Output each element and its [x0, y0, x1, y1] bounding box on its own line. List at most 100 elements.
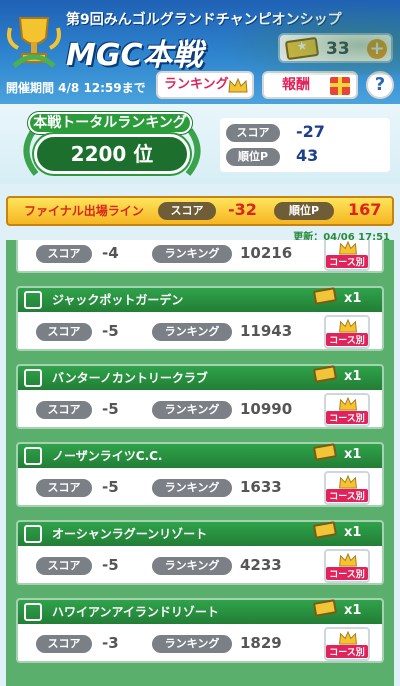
reward-button[interactable]: 報酬: [262, 71, 358, 99]
crown-icon: [339, 241, 357, 255]
tree-icon: [24, 291, 42, 309]
course-ranking: 10216: [240, 244, 293, 262]
score-tag: スコア: [36, 401, 92, 419]
course-score: -5: [102, 400, 119, 418]
course-ranking: 10990: [240, 400, 293, 418]
course-name: ジャックポットガーデン: [52, 293, 184, 307]
ranking-tag: ランキング: [152, 323, 232, 341]
course-ranking: 4233: [240, 556, 282, 574]
total-ranking-panel: 本戦トータルランキング 2200 位 スコア -27 順位P 43: [0, 104, 400, 184]
course-button-label: コース別: [326, 333, 368, 346]
final-score-tag: スコア: [158, 202, 216, 220]
list-item: ノーザンライツC.C. x1 スコア -5 ランキング 1633 コース別: [16, 442, 384, 507]
total-points: 43: [296, 146, 319, 165]
header: 第9回みんゴルグランドチャンピオンシップ MGC本戦 33 + 開催期間 4/8…: [0, 0, 400, 104]
course-score: -5: [102, 556, 119, 574]
course-ranking: 1829: [240, 634, 282, 652]
ranking-tag: ランキング: [152, 557, 232, 575]
ticket-icon: [312, 599, 338, 617]
course-ranking-button[interactable]: コース別: [324, 315, 370, 349]
crown-icon: [339, 319, 357, 333]
ranking-tag: ランキング: [152, 479, 232, 497]
course-button-label: コース別: [326, 645, 368, 658]
course-ranking: 1633: [240, 478, 282, 496]
crown-icon: [339, 475, 357, 489]
ticket-counter: 33 +: [278, 33, 393, 63]
course-ranking-button[interactable]: コース別: [324, 627, 370, 661]
ranking-button-label: ランキング: [164, 77, 229, 92]
ranking-button[interactable]: ランキング: [156, 71, 254, 99]
ticket-icon: [312, 365, 338, 383]
course-button-label: コース別: [326, 489, 368, 502]
wave-icon: [24, 369, 42, 387]
course-score: -5: [102, 322, 119, 340]
course-score: -4: [102, 244, 119, 262]
ranking-tag: ランキング: [152, 245, 232, 263]
ticket-multiplier: x1: [344, 603, 362, 618]
course-header: オーシャンラグーンリゾート x1: [18, 521, 382, 546]
ticket-count: 33: [326, 39, 350, 59]
crown-icon: [339, 631, 357, 645]
total-score: -27: [296, 122, 325, 141]
course-button-label: コース別: [326, 411, 368, 424]
score-tag: スコア: [36, 245, 92, 263]
ticket-multiplier: x1: [344, 291, 362, 306]
course-name: バンターノカントリークラブ: [52, 371, 208, 385]
course-name: ノーザンライツC.C.: [52, 449, 163, 463]
course-list[interactable]: スコア -4 ランキング 10216 コース別 ジャックポットガーデン x1 ス…: [6, 240, 394, 686]
ticket-icon: [312, 443, 338, 461]
course-header: ハワイアンアイランドリゾート x1: [18, 599, 382, 624]
score-tag: スコア: [36, 557, 92, 575]
course-ranking: 11943: [240, 322, 293, 340]
final-points-tag: 順位P: [274, 202, 334, 220]
ticket-multiplier: x1: [344, 369, 362, 384]
list-item: オーシャンラグーンリゾート x1 スコア -5 ランキング 4233 コース別: [16, 520, 384, 585]
list-item: ハワイアンアイランドリゾート x1 スコア -3 ランキング 1829 コース別: [16, 598, 384, 663]
event-period: 開催期間 4/8 12:59まで: [6, 81, 146, 95]
course-header: ノーザンライツC.C. x1: [18, 443, 382, 468]
list-item: バンターノカントリークラブ x1 スコア -5 ランキング 10990 コース別: [16, 364, 384, 429]
total-ranking-label: 本戦トータルランキング: [28, 112, 192, 134]
ticket-icon: [312, 521, 338, 539]
final-score: -32: [228, 200, 257, 219]
course-score: -5: [102, 478, 119, 496]
course-name: オーシャンラグーンリゾート: [52, 527, 208, 541]
points-tag: 順位P: [226, 148, 280, 166]
course-header: バンターノカントリークラブ x1: [18, 365, 382, 390]
score-tag: スコア: [226, 124, 280, 142]
reward-button-label: 報酬: [282, 77, 310, 93]
ticket-multiplier: x1: [344, 525, 362, 540]
course-ranking-button[interactable]: コース別: [324, 393, 370, 427]
course-name: ハワイアンアイランドリゾート: [52, 605, 219, 619]
page-title: MGC本戦: [66, 38, 203, 73]
mountain-icon: [24, 447, 42, 465]
help-button[interactable]: ?: [366, 71, 394, 99]
list-item: スコア -4 ランキング 10216 コース別: [16, 240, 384, 273]
sailboat-icon: [24, 525, 42, 543]
course-ranking-button[interactable]: コース別: [324, 549, 370, 583]
ranking-tag: ランキング: [152, 635, 232, 653]
crown-icon: [339, 553, 357, 567]
ticket-multiplier: x1: [344, 447, 362, 462]
trophy-icon: [7, 17, 61, 68]
crown-icon: [339, 397, 357, 411]
score-tag: スコア: [36, 479, 92, 497]
crown-icon: [228, 78, 248, 93]
final-line-bar: ファイナル出場ライン スコア -32 順位P 167: [6, 196, 394, 226]
event-title: 第9回みんゴルグランドチャンピオンシップ: [66, 12, 342, 28]
course-score: -3: [102, 634, 119, 652]
final-line-label: ファイナル出場ライン: [24, 204, 144, 218]
course-ranking-button[interactable]: コース別: [324, 240, 370, 271]
final-points: 167: [348, 200, 382, 219]
list-item: ジャックポットガーデン x1 スコア -5 ランキング 11943 コース別: [16, 286, 384, 351]
course-button-label: コース別: [326, 567, 368, 580]
ranking-tag: ランキング: [152, 401, 232, 419]
ticket-icon: [312, 287, 338, 305]
gift-icon: [330, 77, 350, 95]
total-rank: 2200 位: [34, 134, 190, 174]
add-ticket-button[interactable]: +: [367, 39, 387, 59]
palm-icon: [24, 603, 42, 621]
course-ranking-button[interactable]: コース別: [324, 471, 370, 505]
ticket-icon: [284, 36, 320, 61]
score-tag: スコア: [36, 323, 92, 341]
